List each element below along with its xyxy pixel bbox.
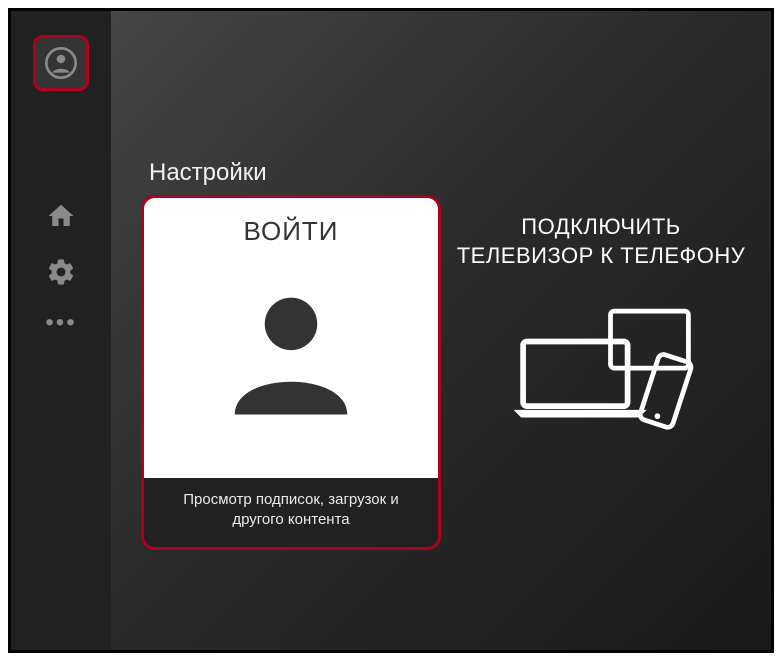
devices-icon bbox=[506, 300, 696, 440]
account-icon bbox=[45, 47, 77, 79]
home-icon[interactable] bbox=[46, 201, 76, 231]
login-card[interactable]: ВОЙТИ Просмотр подписок, загрузок и друг… bbox=[141, 195, 441, 550]
login-title: ВОЙТИ bbox=[244, 216, 339, 247]
login-subtitle: Просмотр подписок, загрузок и другого ко… bbox=[162, 490, 420, 531]
cards-row: ВОЙТИ Просмотр подписок, загрузок и друг… bbox=[141, 195, 771, 550]
app-frame: ••• Настройки ВОЙТИ Просмотр подписок, з… bbox=[8, 8, 774, 653]
user-icon bbox=[216, 277, 366, 427]
account-button[interactable] bbox=[33, 35, 89, 91]
login-card-top: ВОЙТИ bbox=[144, 198, 438, 478]
login-card-bottom: Просмотр подписок, загрузок и другого ко… bbox=[144, 478, 438, 547]
section-title: Настройки bbox=[149, 159, 771, 187]
more-icon[interactable]: ••• bbox=[45, 309, 76, 337]
sidebar: ••• bbox=[11, 11, 111, 650]
connect-tv-card[interactable]: ПОДКЛЮЧИТЬ ТЕЛЕВИЗОР К ТЕЛЕФОНУ bbox=[441, 195, 761, 550]
content-area: Настройки ВОЙТИ Просмотр подписок, загру… bbox=[141, 159, 771, 550]
settings-icon[interactable] bbox=[46, 257, 76, 287]
connect-title: ПОДКЛЮЧИТЬ ТЕЛЕВИЗОР К ТЕЛЕФОНУ bbox=[457, 213, 746, 270]
